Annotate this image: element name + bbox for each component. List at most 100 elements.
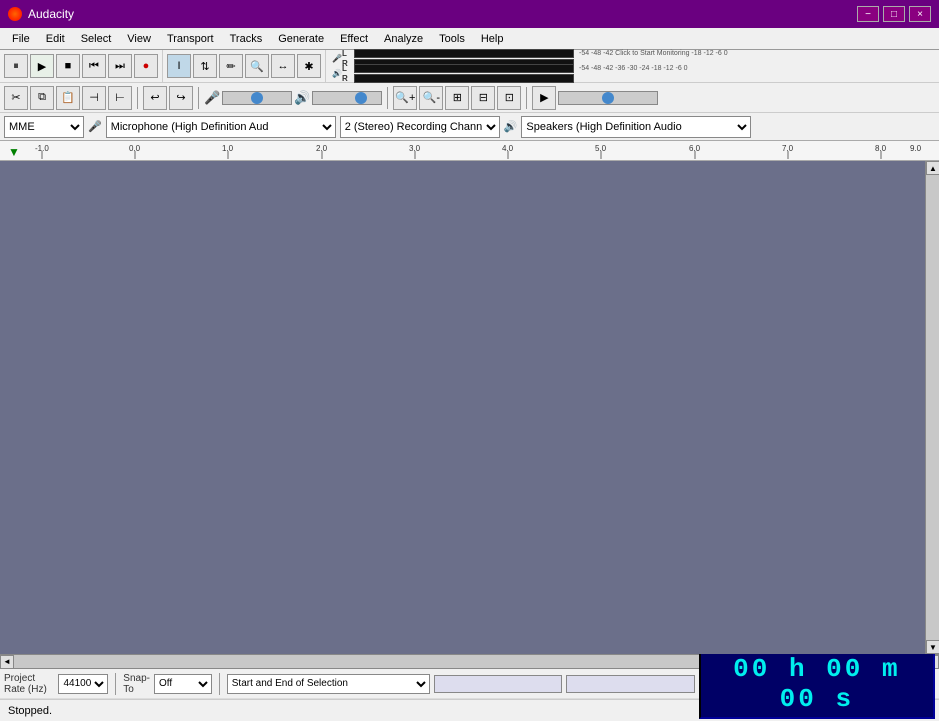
- vu-output-spk-icon: 🔊: [332, 69, 342, 78]
- vu-output-row: 🔊 L -54 -48 -42 -36 -30 -24 -18 -12 -6 0…: [332, 67, 728, 80]
- mic-device-icon: 🎤: [88, 120, 102, 133]
- cut-button[interactable]: ✂: [4, 86, 28, 110]
- host-select[interactable]: MME Windows DirectSound Windows WASAPI: [4, 116, 84, 138]
- microphone-select[interactable]: Microphone (High Definition Aud: [106, 116, 336, 138]
- main-container: FileEditSelectViewTransportTracksGenerat…: [0, 28, 939, 721]
- toolbar-separator-2: [198, 87, 199, 109]
- minimize-button[interactable]: −: [857, 6, 879, 22]
- fit-project-button[interactable]: ⊞: [445, 86, 469, 110]
- multi-tool-button[interactable]: ✱: [297, 54, 321, 78]
- scroll-left-button[interactable]: ◄: [0, 655, 14, 669]
- zoom-in-button[interactable]: 🔍+: [393, 86, 417, 110]
- menu-bar: FileEditSelectViewTransportTracksGenerat…: [0, 28, 939, 50]
- timeshift-tool-button[interactable]: ↔: [271, 54, 295, 78]
- redo-button[interactable]: ↪: [169, 86, 193, 110]
- app-icon: [8, 7, 22, 21]
- svg-text:4.0: 4.0: [502, 144, 514, 153]
- scroll-down-button[interactable]: ▼: [926, 640, 939, 654]
- scroll-track[interactable]: [926, 175, 939, 640]
- mic-vol-icon: 🎤: [204, 90, 220, 106]
- paste-button[interactable]: 📋: [56, 86, 80, 110]
- stop-button[interactable]: ■: [56, 54, 80, 78]
- title-bar: Audacity − □ ×: [0, 0, 939, 28]
- envelope-tool-button[interactable]: ⇅: [193, 54, 217, 78]
- ruler-arrow-marker: ▼: [8, 145, 20, 159]
- skip-start-button[interactable]: ⏮: [82, 54, 106, 78]
- play-at-speed-button[interactable]: ▶: [532, 86, 556, 110]
- menu-item-view[interactable]: View: [119, 31, 159, 47]
- selection-start-input[interactable]: 00 h 00 m 00.000 s: [439, 678, 557, 689]
- copy-button[interactable]: ⧉: [30, 86, 54, 110]
- zoom-out-button[interactable]: 🔍-: [419, 86, 443, 110]
- snap-to-group: Snap-To Off Nearest Prior: [123, 673, 212, 695]
- menu-item-help[interactable]: Help: [473, 31, 512, 47]
- toolbars-container: ⏸ ▶ ■ ⏮ ⏭ ● I ⇅ ✏ 🔍 ↔ ✱ 🎤: [0, 50, 939, 141]
- svg-text:8.0: 8.0: [875, 144, 887, 153]
- vu-output-r-bar[interactable]: [354, 74, 574, 83]
- speaker-volume-slider[interactable]: [312, 91, 382, 105]
- selection-group: Start and End of Selection Start and Len…: [227, 674, 695, 694]
- vu-output-l-bar[interactable]: [354, 64, 574, 73]
- svg-text:3.0: 3.0: [409, 144, 421, 153]
- svg-text:1.0: 1.0: [222, 144, 234, 153]
- play-button[interactable]: ▶: [30, 54, 54, 78]
- skip-end-button[interactable]: ⏭: [108, 54, 132, 78]
- menu-item-select[interactable]: Select: [73, 31, 120, 47]
- selection-end-time[interactable]: 00 h 00 m 00.000 s: [566, 675, 694, 693]
- menu-item-edit[interactable]: Edit: [38, 31, 73, 47]
- record-button[interactable]: ●: [134, 54, 158, 78]
- project-rate-label: Project Rate (Hz): [4, 673, 54, 695]
- project-rate-select[interactable]: 44100 22050 48000: [58, 674, 108, 694]
- zoom-toggle-button[interactable]: ⊡: [497, 86, 521, 110]
- restore-button[interactable]: □: [883, 6, 905, 22]
- channels-select[interactable]: 2 (Stereo) Recording Chann 1 (Mono) Reco…: [340, 116, 500, 138]
- draw-tool-button[interactable]: ✏: [219, 54, 243, 78]
- title-bar-left: Audacity: [8, 7, 74, 21]
- snap-to-label: Snap-To: [123, 673, 150, 695]
- close-button[interactable]: ×: [909, 6, 931, 22]
- spk-device-icon: 🔊: [504, 120, 518, 133]
- vu-output-l-label: L: [342, 64, 352, 73]
- menu-item-tracks[interactable]: Tracks: [222, 31, 271, 47]
- svg-text:9.0: 9.0: [910, 144, 922, 153]
- zoom-tool-button[interactable]: 🔍: [245, 54, 269, 78]
- selection-end-input[interactable]: 00 h 00 m 00.000 s: [571, 678, 689, 689]
- menu-item-effect[interactable]: Effect: [332, 31, 376, 47]
- vu-section: 🎤 L -54 -48 -42 Click to Start Monitorin…: [326, 50, 734, 82]
- undo-button[interactable]: ↩: [143, 86, 167, 110]
- selection-start-time[interactable]: 00 h 00 m 00.000 s: [434, 675, 562, 693]
- svg-text:5.0: 5.0: [595, 144, 607, 153]
- transport-toolbar: ⏸ ▶ ■ ⏮ ⏭ ● I ⇅ ✏ 🔍 ↔ ✱ 🎤: [0, 50, 939, 83]
- selection-tool-button[interactable]: I: [167, 54, 191, 78]
- svg-text:-1.0: -1.0: [35, 144, 49, 153]
- vu-input-l-label: L: [342, 49, 352, 58]
- toolbar-separator-3: [387, 87, 388, 109]
- svg-text:0.0: 0.0: [129, 144, 141, 153]
- bottom-row1: Project Rate (Hz) 44100 22050 48000 Snap…: [0, 669, 939, 699]
- title-bar-controls: − □ ×: [857, 6, 931, 22]
- zoom-sel-button[interactable]: ⊟: [471, 86, 495, 110]
- bottom-bar: Project Rate (Hz) 44100 22050 48000 Snap…: [0, 668, 939, 721]
- track-canvas: [0, 161, 939, 654]
- transport-section: ⏸ ▶ ■ ⏮ ⏭ ●: [0, 50, 163, 82]
- scroll-up-button[interactable]: ▲: [926, 161, 939, 175]
- speakers-select[interactable]: Speakers (High Definition Audio: [521, 116, 751, 138]
- timeline-ruler: ▼ -1.0 0.0 1.0 2.0 3.0 4.0 5.0 6.0 7.0 8…: [0, 141, 939, 161]
- snap-to-select[interactable]: Off Nearest Prior: [154, 674, 212, 694]
- menu-item-analyze[interactable]: Analyze: [376, 31, 431, 47]
- tools-section: I ⇅ ✏ 🔍 ↔ ✱: [163, 50, 326, 82]
- spk-vol-icon: 🔊: [294, 90, 310, 106]
- mic-volume-slider[interactable]: [222, 91, 292, 105]
- menu-item-transport[interactable]: Transport: [159, 31, 222, 47]
- menu-item-generate[interactable]: Generate: [270, 31, 332, 47]
- vu-input-scale: -54 -48 -42 Click to Start Monitoring -1…: [579, 50, 728, 57]
- playback-rate-slider[interactable]: [558, 91, 658, 105]
- menu-item-tools[interactable]: Tools: [431, 31, 473, 47]
- silence-button[interactable]: ⊢: [108, 86, 132, 110]
- pause-button[interactable]: ⏸: [4, 54, 28, 78]
- selection-type-select[interactable]: Start and End of Selection Start and Len…: [227, 674, 430, 694]
- menu-item-file[interactable]: File: [4, 31, 38, 47]
- bottom-separator-1: [115, 673, 116, 695]
- trim-button[interactable]: ⊣: [82, 86, 106, 110]
- vu-input-l-bar[interactable]: [354, 49, 574, 58]
